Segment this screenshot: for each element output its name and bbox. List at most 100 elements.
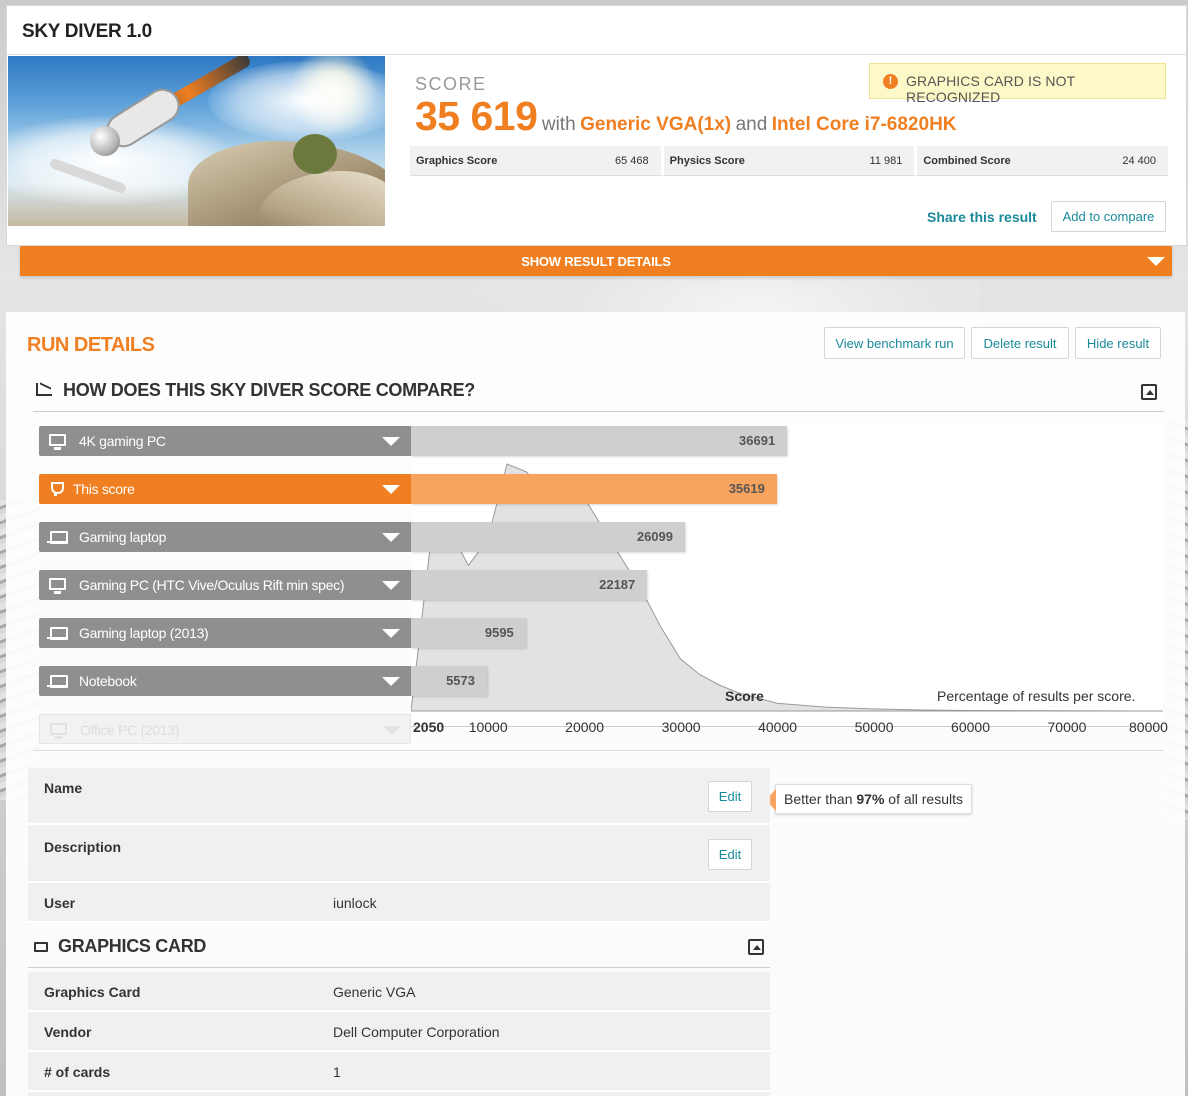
graphics-card-table: Graphics Card Generic VGA Vendor Dell Co… [28, 972, 770, 1096]
chevron-down-icon [382, 533, 400, 542]
add-to-compare-button[interactable]: Add to compare [1051, 201, 1166, 232]
info-row-name: Name Edit [28, 768, 770, 825]
graphics-card-icon [34, 942, 48, 952]
chart-divider [33, 750, 1164, 751]
x-tick-label: 2050 [413, 719, 445, 735]
info-key: Vendor [44, 1024, 92, 1040]
subscores: Graphics Score 65 468 Physics Score 11 9… [410, 146, 1169, 176]
info-key: # of cards [44, 1064, 111, 1080]
trophy-icon [50, 482, 64, 496]
comparison-category-label: Office PC (2013) [80, 722, 180, 738]
subscore-label: Physics Score [669, 154, 745, 167]
y-axis-description: Percentage of results per score. [937, 688, 1136, 704]
info-value: 1 [333, 1064, 341, 1080]
collapse-icon[interactable] [1141, 384, 1157, 400]
laptop-icon [47, 675, 68, 688]
tooltip-percent: 97% [856, 791, 885, 807]
hide-result-button[interactable]: Hide result [1075, 327, 1161, 359]
cpu-name: Intel Core i7-6820HK [771, 114, 957, 135]
tooltip-prefix: Better than [784, 791, 857, 807]
score-and-text: and [735, 114, 768, 135]
chevron-down-icon [382, 437, 400, 446]
x-tick-label: 30000 [661, 719, 701, 735]
info-row-card-count: # of cards 1 [28, 1052, 770, 1092]
info-row-graphics-card: Graphics Card Generic VGA [28, 972, 770, 1012]
result-info-table: Name Edit Description Edit User iunlock [28, 768, 770, 923]
chevron-down-icon [382, 581, 400, 590]
tooltip-suffix: of all results [884, 791, 964, 807]
comparison-bar-value: 26099 [636, 529, 673, 544]
chevron-down-icon [1147, 257, 1165, 266]
desktop-icon [50, 723, 67, 739]
x-tick-label: 60000 [951, 719, 990, 735]
comparison-category-dropdown[interactable]: Gaming laptop (2013) [39, 618, 411, 648]
comparison-category-dropdown[interactable]: Notebook [39, 666, 411, 696]
collapse-icon[interactable] [748, 939, 764, 955]
comparison-category-dropdown[interactable]: Gaming PC (HTC Vive/Oculus Rift min spec… [39, 570, 411, 600]
score-line: 35 619 with Generic VGA(1x) and Intel Co… [415, 93, 957, 140]
laptop-icon [47, 627, 68, 640]
chevron-down-icon [383, 726, 401, 735]
score-comparison-chart: 2050 10000 20000 30000 40000 50000 60000 70000 8… [39, 426, 1168, 814]
desktop-icon [49, 434, 66, 450]
info-row-partial [28, 1092, 770, 1096]
comparison-category-label: Gaming PC (HTC Vive/Oculus Rift min spec… [79, 577, 345, 593]
comparison-category-dropdown[interactable]: This score [39, 474, 411, 504]
result-card: SKY DIVER 1.0 SCORE 35 619 with Generic … [6, 5, 1187, 246]
compare-section-header: HOW DOES THIS SKY DIVER SCORE COMPARE? [33, 374, 1164, 412]
x-tick-label: 70000 [1047, 719, 1087, 735]
x-tick-label: 10000 [468, 719, 508, 735]
graphics-card-title: GRAPHICS CARD [58, 936, 207, 956]
comparison-bar-value: 22187 [599, 577, 636, 592]
desktop-icon [49, 578, 66, 594]
comparison-bar-value: 9595 [484, 625, 514, 640]
thumbnail-tree [293, 134, 337, 174]
info-key: Graphics Card [44, 984, 141, 1000]
subscore-value: 11 981 [869, 154, 903, 167]
edit-name-button[interactable]: Edit [708, 781, 752, 812]
subscore-graphics: Graphics Score 65 468 [410, 146, 664, 176]
delete-result-button[interactable]: Delete result [971, 327, 1069, 359]
comparison-bar-value: 35619 [728, 481, 765, 496]
comparison-category-dropdown[interactable]: Office PC (2013) [39, 714, 411, 744]
edit-description-button[interactable]: Edit [708, 839, 752, 870]
graphics-card-section-header: GRAPHICS CARD [28, 926, 770, 968]
info-key: User [44, 895, 76, 911]
comparison-bar: 22187 [411, 570, 648, 600]
run-details-title: RUN DETAILS [27, 334, 155, 356]
comparison-category-label: Gaming laptop (2013) [79, 625, 209, 641]
comparison-bar-value: 5573 [446, 673, 475, 688]
line-chart-icon [36, 383, 52, 396]
info-value: Dell Computer Corporation [333, 1024, 500, 1040]
comparison-category-dropdown[interactable]: Gaming laptop [39, 522, 411, 552]
gpu-name: Generic VGA(1x) [580, 114, 732, 135]
comparison-category-dropdown[interactable]: 4K gaming PC [39, 426, 411, 456]
warning-text: GRAPHICS CARD IS NOT RECOGNIZED [906, 73, 1075, 105]
comparison-category-label: Notebook [79, 673, 137, 689]
view-benchmark-run-button[interactable]: View benchmark run [824, 327, 965, 359]
comparison-category-label: This score [73, 481, 135, 497]
show-result-details-bar[interactable]: SHOW RESULT DETAILS [20, 246, 1172, 276]
laptop-icon [47, 531, 68, 544]
compare-section-title: HOW DOES THIS SKY DIVER SCORE COMPARE? [63, 380, 475, 400]
warning-icon: ! [883, 74, 898, 89]
comparison-bar: 36691 [411, 426, 788, 456]
gpu-warning-badge: ! GRAPHICS CARD IS NOT RECOGNIZED [869, 63, 1166, 105]
subscore-value: 65 468 [615, 154, 649, 167]
run-details-panel: RUN DETAILS View benchmark run Delete re… [6, 312, 1185, 1096]
info-row-description: Description Edit [28, 825, 770, 883]
benchmark-thumbnail [8, 56, 385, 226]
subscore-physics: Physics Score 11 981 [663, 146, 918, 176]
subscore-value: 24 400 [1122, 154, 1157, 167]
share-result-link[interactable]: Share this result [927, 209, 1037, 225]
x-tick-label: 20000 [565, 719, 605, 735]
subscore-label: Graphics Score [416, 154, 498, 167]
thumbnail-helmet [90, 126, 120, 156]
x-axis-title: Score [725, 688, 764, 704]
comparison-bar: 35619 [411, 474, 777, 504]
chevron-down-icon [382, 629, 400, 638]
info-row-vendor: Vendor Dell Computer Corporation [28, 1012, 770, 1052]
subscore-label: Combined Score [923, 154, 1011, 167]
score-label: SCORE [415, 74, 487, 94]
comparison-bar: 5573 [411, 666, 487, 696]
